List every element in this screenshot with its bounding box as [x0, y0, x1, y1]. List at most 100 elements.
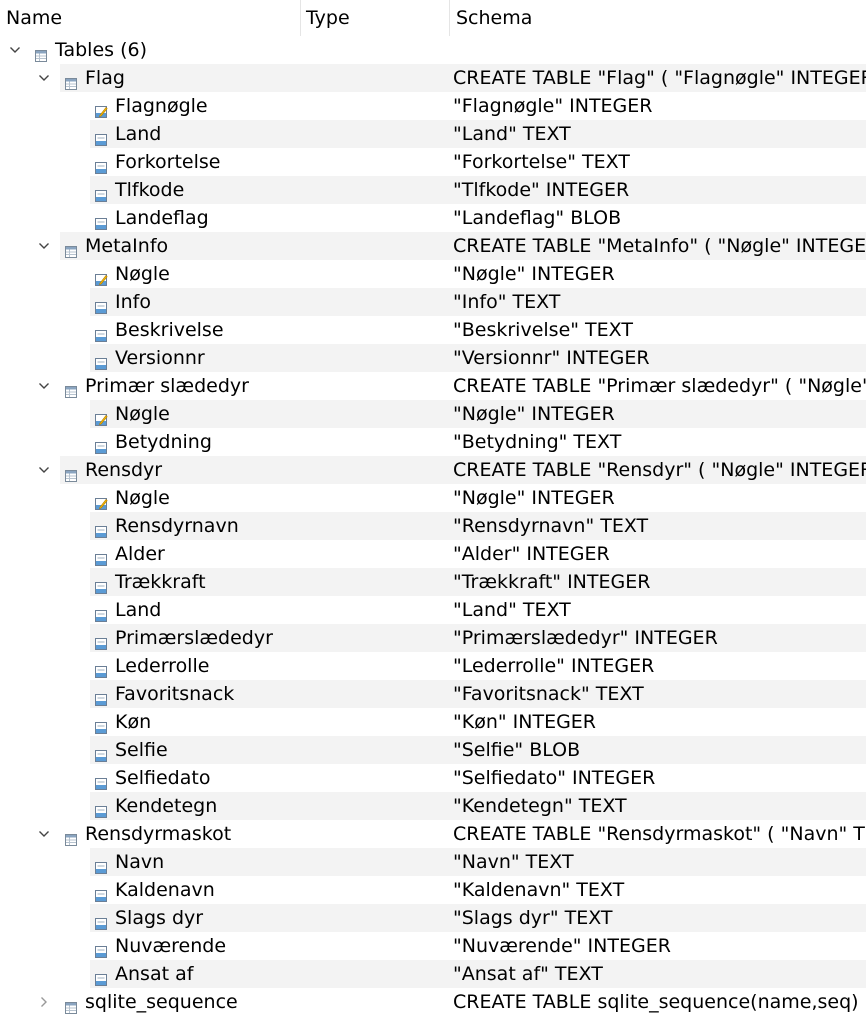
field-name: Kendetegn [115, 795, 218, 817]
field-schema: "Kaldenavn" TEXT [453, 879, 625, 901]
field-row[interactable]: TrækkraftINTEGER"Trækkraft" INTEGER [0, 568, 866, 596]
table-row-4[interactable]: Rensdyrmaskot CREATE TABLE "Rensdyrmaskot… [0, 820, 866, 848]
field-schema: "Beskrivelse" TEXT [453, 319, 633, 341]
field-schema-cell: "Selfiedato" INTEGER [453, 764, 866, 792]
field-row[interactable]: InfoTEXT"Info" TEXT [0, 288, 866, 316]
tree-root-tables[interactable]: Tables (6) [0, 36, 866, 64]
chevron-down-icon[interactable] [6, 36, 24, 64]
field-schema: "Land" TEXT [453, 599, 571, 621]
table-schema: CREATE TABLE "MetaInfo" ( "Nøgle" INTEGE… [453, 235, 866, 257]
field-row[interactable]: SelfiedatoINTEGER"Selfiedato" INTEGER [0, 764, 866, 792]
column-header-type[interactable]: Type [300, 0, 450, 36]
table-schema: CREATE TABLE "Primær slædedyr" ( "Nøgle"… [453, 375, 866, 397]
chevron-down-icon[interactable] [35, 456, 53, 484]
field-icon [94, 575, 108, 594]
field-row[interactable]: NavnTEXT"Navn" TEXT [0, 848, 866, 876]
table-row-3[interactable]: Rensdyr CREATE TABLE "Rensdyr" ( "Nøgle" … [0, 456, 866, 484]
schema-tree[interactable]: Tables (6) Flag CREATE TABLE "Flag" ( "Fla… [0, 36, 866, 1016]
field-schema: "Favoritsnack" TEXT [453, 683, 644, 705]
field-schema-cell: "Slags dyr" TEXT [453, 904, 866, 932]
chevron-down-icon[interactable] [35, 232, 53, 260]
field-schema: "Slags dyr" TEXT [453, 907, 613, 929]
field-icon [94, 183, 108, 202]
field-icon [94, 743, 108, 762]
field-name: Navn [115, 851, 165, 873]
field-row[interactable]: KendetegnTEXT"Kendetegn" TEXT [0, 792, 866, 820]
table-row-5[interactable]: sqlite_sequence CREATE TABLE sqlite_seque… [0, 988, 866, 1016]
column-header-type-label: Type [306, 7, 350, 29]
field-schema-cell: "Land" TEXT [453, 120, 866, 148]
field-name: Beskrivelse [115, 319, 224, 341]
field-row[interactable]: LederrolleINTEGER"Lederrolle" INTEGER [0, 652, 866, 680]
field-row[interactable]: VersionnrINTEGER"Versionnr" INTEGER [0, 344, 866, 372]
chevron-right-icon[interactable] [35, 988, 53, 1016]
field-row[interactable]: AlderINTEGER"Alder" INTEGER [0, 540, 866, 568]
table-row-2[interactable]: Primær slædedyr CREATE TABLE "Primær slæd… [0, 372, 866, 400]
column-header-name[interactable]: Name [0, 0, 300, 36]
primary-key-icon [94, 99, 108, 118]
field-row[interactable]: NøgleINTEGER"Nøgle" INTEGER [0, 260, 866, 288]
field-icon [94, 911, 108, 930]
field-schema-cell: "Nøgle" INTEGER [453, 400, 866, 428]
chevron-down-icon[interactable] [35, 372, 53, 400]
field-name: Kaldenavn [115, 879, 215, 901]
field-row[interactable]: FlagnøgleINTEGER"Flagnøgle" INTEGER [0, 92, 866, 120]
field-schema-cell: "Info" TEXT [453, 288, 866, 316]
field-name: Forkortelse [115, 151, 221, 173]
table-row-1[interactable]: MetaInfo CREATE TABLE "MetaInfo" ( "Nøgle… [0, 232, 866, 260]
field-schema-cell: "Flagnøgle" INTEGER [453, 92, 866, 120]
field-name: Selfiedato [115, 767, 211, 789]
field-row[interactable]: Ansat afTEXT"Ansat af" TEXT [0, 960, 866, 988]
field-schema-cell: "Kaldenavn" TEXT [453, 876, 866, 904]
field-row[interactable]: FavoritsnackTEXT"Favoritsnack" TEXT [0, 680, 866, 708]
field-row[interactable]: BetydningTEXT"Betydning" TEXT [0, 428, 866, 456]
table-icon [64, 71, 78, 90]
field-row[interactable]: NøgleINTEGER"Nøgle" INTEGER [0, 484, 866, 512]
field-schema-cell: "Nøgle" INTEGER [453, 260, 866, 288]
field-name: Land [115, 123, 162, 145]
field-icon [94, 687, 108, 706]
field-name: Versionnr [115, 347, 205, 369]
field-schema-cell: "Tlfkode" INTEGER [453, 176, 866, 204]
field-schema: "Land" TEXT [453, 123, 571, 145]
field-row[interactable]: SelfieBLOB"Selfie" BLOB [0, 736, 866, 764]
field-row[interactable]: KaldenavnTEXT"Kaldenavn" TEXT [0, 876, 866, 904]
field-schema: "Selfie" BLOB [453, 739, 581, 761]
field-row[interactable]: Slags dyrTEXT"Slags dyr" TEXT [0, 904, 866, 932]
field-schema: "Køn" INTEGER [453, 711, 597, 733]
field-row[interactable]: LandeflagBLOB"Landeflag" BLOB [0, 204, 866, 232]
field-row[interactable]: LandTEXT"Land" TEXT [0, 596, 866, 624]
field-row[interactable]: RensdyrnavnTEXT"Rensdyrnavn" TEXT [0, 512, 866, 540]
field-schema-cell: "Selfie" BLOB [453, 736, 866, 764]
field-row[interactable]: NøgleINTEGER"Nøgle" INTEGER [0, 400, 866, 428]
field-name: Køn [115, 711, 152, 733]
field-row[interactable]: PrimærslædedyrINTEGER"Primærslædedyr" IN… [0, 624, 866, 652]
table-name: Rensdyr [85, 459, 163, 481]
field-schema: "Versionnr" INTEGER [453, 347, 650, 369]
field-name: Alder [115, 543, 165, 565]
field-name: Betydning [115, 431, 212, 453]
field-row[interactable]: BeskrivelseTEXT"Beskrivelse" TEXT [0, 316, 866, 344]
table-name: sqlite_sequence [85, 991, 238, 1013]
field-icon [94, 799, 108, 818]
field-name: Lederrolle [115, 655, 210, 677]
field-schema-cell: "Lederrolle" INTEGER [453, 652, 866, 680]
field-row[interactable]: NuværendeINTEGER"Nuværende" INTEGER [0, 932, 866, 960]
field-row[interactable]: KønINTEGER"Køn" INTEGER [0, 708, 866, 736]
chevron-down-icon[interactable] [35, 820, 53, 848]
field-icon [94, 939, 108, 958]
table-icon [64, 239, 78, 258]
table-row-0[interactable]: Flag CREATE TABLE "Flag" ( "Flagnøgle" IN… [0, 64, 866, 92]
field-icon [94, 435, 108, 454]
chevron-down-icon[interactable] [35, 64, 53, 92]
field-row[interactable]: TlfkodeINTEGER"Tlfkode" INTEGER [0, 176, 866, 204]
column-header-schema[interactable]: Schema [450, 0, 866, 36]
field-icon [94, 295, 108, 314]
field-schema: "Ansat af" TEXT [453, 963, 603, 985]
field-icon [94, 715, 108, 734]
field-row[interactable]: ForkortelseTEXT"Forkortelse" TEXT [0, 148, 866, 176]
table-name: MetaInfo [85, 235, 169, 257]
field-schema: "Nøgle" INTEGER [453, 487, 615, 509]
table-schema: CREATE TABLE "Rensdyrmaskot" ( "Navn" TE… [453, 823, 866, 845]
field-row[interactable]: LandTEXT"Land" TEXT [0, 120, 866, 148]
